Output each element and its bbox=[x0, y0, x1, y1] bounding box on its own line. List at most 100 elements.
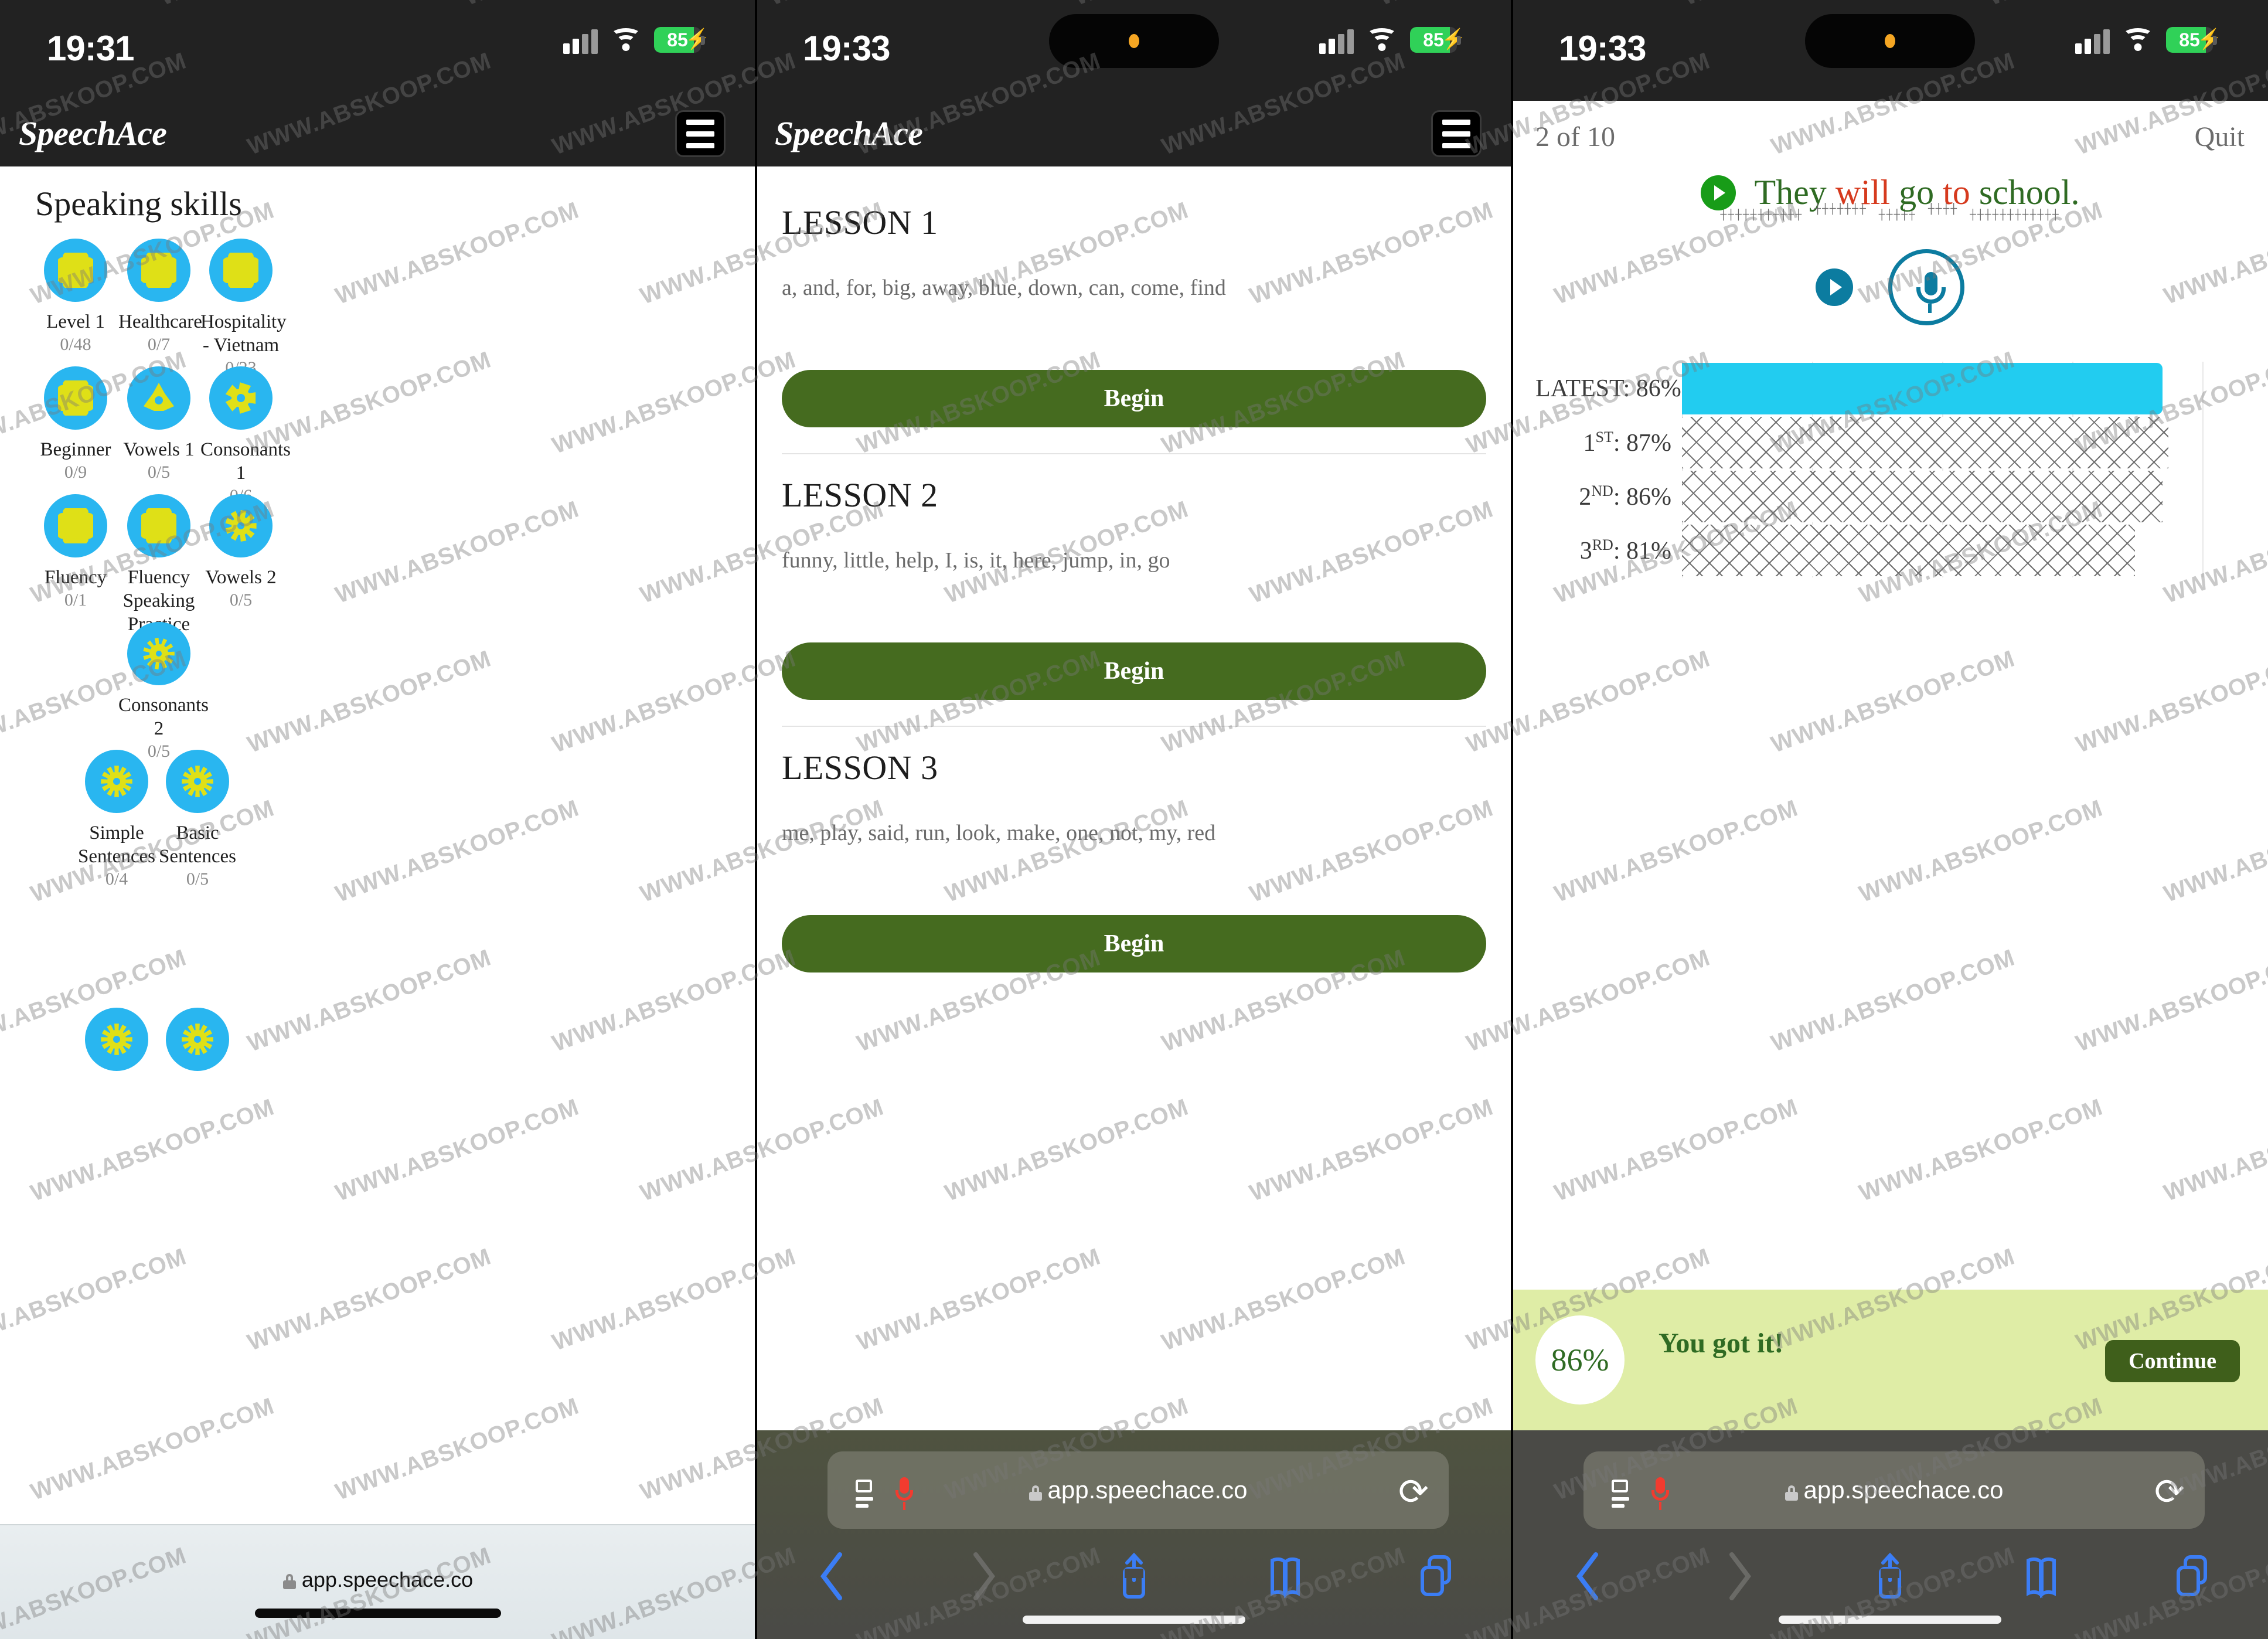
charging-bolt-icon: ⚡ bbox=[685, 29, 710, 50]
result-banner: 86% You got it! Continue bbox=[1512, 1290, 2268, 1430]
gear10-icon bbox=[127, 622, 190, 685]
play-icon[interactable] bbox=[1816, 268, 1853, 306]
lesson-card: LESSON 2 funny, little, help, I, is, it, … bbox=[782, 475, 1486, 727]
safari-action-bar bbox=[1512, 1545, 2268, 1610]
share-icon[interactable] bbox=[1058, 1551, 1210, 1604]
flower-badge-icon bbox=[127, 239, 190, 302]
lesson-title: LESSON 1 bbox=[782, 203, 938, 242]
skills-row bbox=[0, 867, 756, 984]
begin-button[interactable]: Begin bbox=[782, 370, 1486, 427]
skill-name: Healthcare bbox=[118, 311, 202, 332]
status-indicators: 85 ⚡ bbox=[2075, 26, 2222, 54]
flower-badge-icon bbox=[44, 366, 107, 430]
score-row: 3RD: 81% bbox=[1535, 523, 2268, 577]
skills-row: Fluency0/1Fluency Speaking Practice0/3 V… bbox=[0, 494, 756, 657]
bookmarks-icon[interactable] bbox=[1966, 1551, 2117, 1604]
reload-icon[interactable]: ⟳ bbox=[1398, 1474, 1433, 1511]
url-text: app.speechace.co bbox=[1583, 1451, 2205, 1529]
sentence-word[interactable]: school. bbox=[1979, 173, 2080, 212]
score-row: LATEST: 86% bbox=[1535, 362, 2268, 416]
skill-progress-count: 0/5 bbox=[229, 590, 253, 610]
skill-card[interactable]: Consonants 2 0/5 bbox=[118, 622, 209, 761]
score-bar bbox=[1682, 471, 2163, 522]
hamburger-icon[interactable] bbox=[1431, 110, 1482, 157]
forward-icon[interactable] bbox=[1663, 1551, 1814, 1604]
score-track bbox=[1682, 416, 2241, 470]
status-time: 19:33 bbox=[803, 29, 890, 68]
cellular-signal-icon bbox=[563, 26, 598, 54]
skill-card[interactable]: Healthcare 0/7 bbox=[118, 239, 202, 355]
app-brand: SpeechAce bbox=[19, 114, 167, 152]
gear12-icon bbox=[85, 750, 148, 813]
back-icon[interactable] bbox=[1512, 1551, 1663, 1604]
status-bar: 19:33 85 ⚡ bbox=[756, 0, 1512, 101]
lesson-card: LESSON 3 me, play, said, run, look, make,… bbox=[782, 748, 1486, 972]
quit-button[interactable]: Quit bbox=[2195, 121, 2245, 153]
lock-icon bbox=[1785, 1485, 1798, 1501]
skill-card[interactable] bbox=[76, 1008, 157, 1071]
back-icon[interactable] bbox=[756, 1551, 907, 1604]
tabs-icon[interactable] bbox=[2117, 1551, 2268, 1604]
status-indicators: 85 ⚡ bbox=[1319, 26, 1466, 54]
wifi-icon bbox=[2123, 27, 2153, 53]
skill-card[interactable]: Beginner 0/9 bbox=[35, 366, 116, 482]
bookmarks-icon[interactable] bbox=[1210, 1551, 1361, 1604]
status-time: 19:33 bbox=[1559, 29, 1646, 68]
page-title: Speaking skills bbox=[35, 185, 242, 223]
reload-icon[interactable]: ⟳ bbox=[2154, 1474, 2189, 1511]
skill-name: Vowels 1 bbox=[123, 439, 195, 460]
skill-progress-count: 0/48 bbox=[60, 335, 91, 354]
screenshot-stage: 19:31 85 ⚡ SpeechAce Speaking skills Lev… bbox=[0, 0, 2268, 1639]
skill-card[interactable]: Vowels 2 0/5 bbox=[200, 494, 281, 610]
skill-card[interactable]: Level 1 0/48 bbox=[35, 239, 116, 355]
score-row: 2ND: 86% bbox=[1535, 470, 2268, 523]
recorder-row bbox=[1512, 249, 2268, 325]
cellular-signal-icon bbox=[2075, 26, 2110, 54]
begin-button[interactable]: Begin bbox=[782, 642, 1486, 700]
skill-card[interactable]: Hospitality - Vietnam0/23 bbox=[200, 239, 287, 378]
share-icon[interactable] bbox=[1814, 1551, 1966, 1604]
skill-card[interactable]: Consonants 10/6 bbox=[200, 366, 291, 506]
begin-button[interactable]: Begin bbox=[782, 915, 1486, 972]
score-label: LATEST: 86% bbox=[1535, 375, 1681, 402]
charging-bolt-icon: ⚡ bbox=[1441, 29, 1466, 50]
lesson-title: LESSON 3 bbox=[782, 749, 938, 787]
score-label: 2ND: 86% bbox=[1579, 482, 1671, 511]
gear12-icon bbox=[166, 1008, 229, 1071]
microphone-icon[interactable] bbox=[1888, 249, 1964, 325]
url-display[interactable]: app.speechace.co bbox=[0, 1567, 756, 1592]
app-navbar: SpeechAce bbox=[756, 101, 1512, 166]
phone-screen-exercise: 19:33 85 ⚡ 2 of 10 Quit They will go to … bbox=[1512, 0, 2268, 1639]
skill-card[interactable]: Vowels 1 0/5 bbox=[118, 366, 199, 482]
gear5-icon bbox=[209, 366, 273, 430]
lesson-title: LESSON 2 bbox=[782, 476, 938, 514]
url-text: app.speechace.co bbox=[827, 1451, 1449, 1529]
dynamic-island bbox=[1805, 14, 1975, 68]
lesson-words: me, play, said, run, look, make, one, no… bbox=[782, 821, 1216, 845]
tabs-icon[interactable] bbox=[1361, 1551, 1512, 1604]
wifi-icon bbox=[1367, 27, 1397, 53]
forward-icon[interactable] bbox=[907, 1551, 1058, 1604]
skill-name: Hospitality - Vietnam bbox=[200, 311, 287, 356]
hamburger-icon[interactable] bbox=[675, 110, 726, 157]
phoneme-marks: ┼┼┼┼┼┼┼ bbox=[1814, 203, 1867, 215]
skill-progress-count: 0/1 bbox=[64, 590, 87, 610]
cellular-signal-icon bbox=[1319, 26, 1354, 54]
phone-screen-lessons: 19:33 85 ⚡ SpeechAce LESSON 1 a, and, for… bbox=[756, 0, 1512, 1639]
skill-name: Consonants 1 bbox=[200, 439, 291, 484]
recording-indicator-dot bbox=[1129, 34, 1139, 48]
status-indicators: 85 ⚡ bbox=[563, 26, 710, 54]
score-bar bbox=[1682, 417, 2168, 468]
divider bbox=[782, 726, 1486, 727]
exercise-header: 2 of 10 Quit bbox=[1512, 101, 2268, 183]
gear12-icon bbox=[166, 750, 229, 813]
app-brand: SpeechAce bbox=[775, 114, 923, 152]
safari-url-row: app.speechace.co ⟳ bbox=[1540, 1451, 2240, 1529]
skills-row: Simple Sentences 0/4 Basic Sentences 0/5 bbox=[0, 750, 756, 889]
lesson-list: LESSON 1 a, and, for, big, away, blue, do… bbox=[756, 166, 1512, 972]
play-icon[interactable] bbox=[1700, 175, 1736, 210]
skill-card[interactable] bbox=[157, 1008, 238, 1071]
continue-button[interactable]: Continue bbox=[2105, 1340, 2240, 1382]
battery-icon: 85 ⚡ bbox=[1410, 27, 1466, 53]
skill-card[interactable]: Fluency 0/1 bbox=[35, 494, 116, 610]
